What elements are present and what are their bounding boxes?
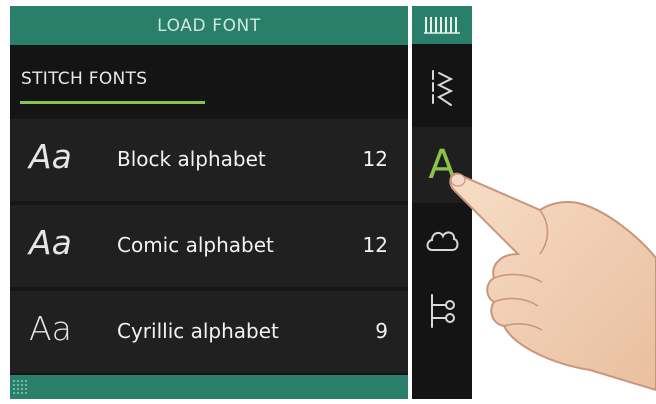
font-size-count: 9 [375, 319, 388, 343]
sidebar-item-stitches[interactable] [412, 51, 472, 127]
font-row-cyrillic[interactable]: Aa Cyrillic alphabet 9 [10, 291, 408, 373]
font-sample: Aa [29, 223, 72, 262]
stitch-icon [432, 70, 454, 106]
section-tab[interactable]: STITCH FONTS [10, 45, 408, 115]
font-size-count: 12 [362, 147, 388, 171]
font-list: Aa Block alphabet 12 Aa Comic alphabet 1… [10, 119, 408, 377]
font-row-block[interactable]: Aa Block alphabet 12 [10, 119, 408, 201]
pointing-hand-icon [449, 172, 656, 392]
title-bar: LOAD FONT [10, 6, 408, 45]
font-name: Comic alphabet [117, 233, 274, 257]
page-title: LOAD FONT [157, 15, 261, 36]
font-name: Cyrillic alphabet [117, 319, 279, 343]
font-sample: Aa [29, 137, 72, 176]
sidebar-handle[interactable] [412, 6, 472, 44]
font-sample: Aa [29, 309, 72, 348]
font-name: Block alphabet [117, 147, 266, 171]
font-size-count: 12 [362, 233, 388, 257]
dot-pattern-icon [12, 379, 28, 395]
section-label: STITCH FONTS [21, 69, 148, 89]
bottom-bar [10, 375, 408, 399]
grip-lines-icon [424, 17, 460, 34]
font-panel: LOAD FONT STITCH FONTS Aa Block alphabet… [10, 6, 408, 399]
section-underline [20, 101, 205, 104]
font-row-comic[interactable]: Aa Comic alphabet 12 [10, 205, 408, 287]
